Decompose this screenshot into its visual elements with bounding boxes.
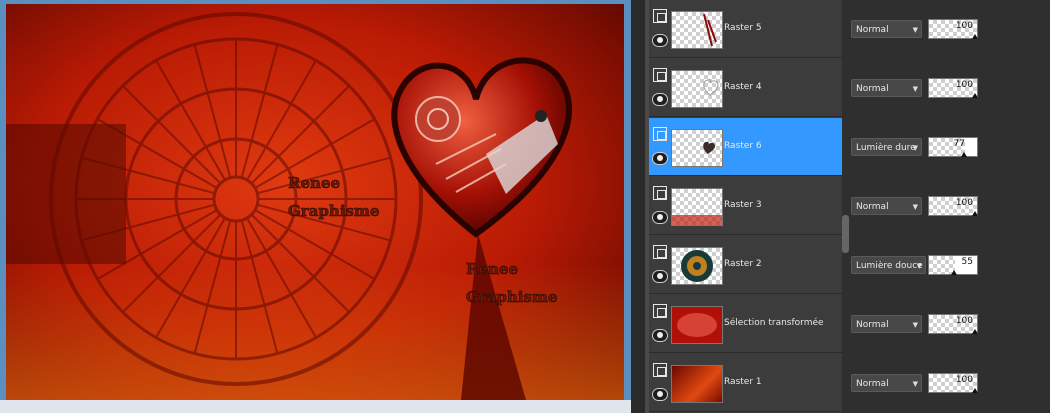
layer-thumbnail	[671, 365, 723, 403]
opacity-handle-icon[interactable]	[972, 93, 978, 98]
blend-mode-value: Lumière dure	[856, 143, 916, 153]
opacity-slider[interactable]: 55	[928, 255, 978, 275]
opacity-handle-icon[interactable]	[961, 152, 967, 157]
opacity-slider[interactable]: 77	[928, 137, 978, 157]
opacity-slider[interactable]: 100	[928, 19, 978, 39]
dropdown-arrow-icon: ▼	[916, 262, 922, 270]
layer-properties-row: Normal ▼ 100	[842, 59, 1050, 117]
blend-mode-dropdown[interactable]: Normal ▼	[851, 79, 922, 97]
layer-group-icon[interactable]	[653, 363, 667, 377]
visibility-eye-icon[interactable]	[652, 388, 668, 401]
panel-collapse-handle[interactable]	[842, 215, 849, 253]
opacity-value: 100	[955, 375, 973, 385]
opacity-value: 100	[955, 21, 973, 31]
layer-properties-panel: Normal ▼ 100 Normal ▼ 100 Lumière dure ▼ 77…	[842, 0, 1050, 413]
watermark-line-4: Graphisme	[466, 288, 557, 306]
visibility-eye-icon[interactable]	[652, 270, 668, 283]
blend-mode-value: Normal	[856, 84, 889, 94]
opacity-slider[interactable]: 100	[928, 196, 978, 216]
blend-mode-dropdown[interactable]: Lumière dure ▼	[851, 138, 922, 156]
layer-thumbnail	[671, 306, 723, 344]
dropdown-arrow-icon: ▼	[912, 321, 918, 329]
opacity-slider[interactable]: 100	[928, 373, 978, 393]
layer-thumbnail	[671, 188, 723, 226]
opacity-value: 100	[955, 316, 973, 326]
layer-group-icon[interactable]	[653, 68, 667, 82]
opacity-handle-icon[interactable]	[972, 211, 978, 216]
blend-mode-value: Normal	[856, 202, 889, 212]
visibility-eye-icon[interactable]	[652, 211, 668, 224]
layer-name[interactable]: Raster 3	[724, 200, 762, 210]
watermark-line-2: Graphisme	[288, 202, 379, 220]
opacity-value: 55	[961, 257, 973, 267]
layer-properties-row: Lumière dure ▼ 77	[842, 118, 1050, 176]
opacity-slider[interactable]: 100	[928, 314, 978, 334]
visibility-eye-icon[interactable]	[652, 329, 668, 342]
opacity-handle-icon[interactable]	[972, 34, 978, 39]
layer-name[interactable]: Raster 2	[724, 259, 762, 269]
blend-mode-value: Lumière douce	[856, 261, 923, 271]
layer-group-icon[interactable]	[653, 186, 667, 200]
visibility-eye-icon[interactable]	[652, 152, 668, 165]
layer-name[interactable]: Raster 1	[724, 377, 762, 387]
layer-row[interactable]: Raster 1	[649, 354, 842, 412]
dropdown-arrow-icon: ▼	[912, 85, 918, 93]
blend-mode-dropdown[interactable]: Normal ▼	[851, 20, 922, 38]
blend-mode-value: Normal	[856, 320, 889, 330]
watermark-line-1: Renee	[288, 174, 340, 192]
dropdown-arrow-icon: ▼	[912, 144, 918, 152]
layer-name[interactable]: Raster 6	[724, 141, 762, 151]
dropdown-arrow-icon: ▼	[912, 203, 918, 211]
layer-row-selected[interactable]: Raster 6	[649, 118, 842, 176]
blend-mode-value: Normal	[856, 25, 889, 35]
dropdown-arrow-icon: ▼	[912, 26, 918, 34]
layer-row[interactable]: Sélection transformée	[649, 295, 842, 353]
layer-group-icon[interactable]	[653, 127, 667, 141]
layer-group-icon[interactable]	[653, 245, 667, 259]
layer-name[interactable]: Sélection transformée	[724, 318, 824, 328]
layer-group-icon[interactable]	[653, 9, 667, 23]
layers-panel: Raster 5 Raster 4 Raster 6 Raster 3 Rast…	[649, 0, 842, 413]
watermark-line-3: Renee	[466, 260, 518, 278]
layer-properties-row: Normal ▼ 100	[842, 354, 1050, 412]
visibility-eye-icon[interactable]	[652, 34, 668, 47]
layer-thumbnail	[671, 70, 723, 108]
layer-row[interactable]: Raster 3	[649, 177, 842, 235]
opacity-handle-icon[interactable]	[972, 329, 978, 334]
blend-mode-dropdown[interactable]: Lumière douce ▼	[851, 256, 926, 274]
layer-name[interactable]: Raster 5	[724, 23, 762, 33]
layer-row[interactable]: Raster 5	[649, 0, 842, 58]
canvas-status-strip	[0, 400, 631, 413]
dropdown-arrow-icon: ▼	[912, 380, 918, 388]
layer-properties-row: Lumière douce ▼ 55	[842, 236, 1050, 294]
image-canvas[interactable]: Renee Graphisme Renee Graphisme	[6, 4, 624, 400]
blend-mode-dropdown[interactable]: Normal ▼	[851, 197, 922, 215]
visibility-eye-icon[interactable]	[652, 93, 668, 106]
opacity-value: 100	[955, 198, 973, 208]
blend-mode-dropdown[interactable]: Normal ▼	[851, 315, 922, 333]
layer-properties-row: Normal ▼ 100	[842, 295, 1050, 353]
opacity-value: 77	[953, 139, 965, 149]
layer-thumbnail	[671, 11, 723, 49]
layer-thumbnail	[671, 247, 723, 285]
blend-mode-dropdown[interactable]: Normal ▼	[851, 374, 922, 392]
layer-thumbnail	[671, 129, 723, 167]
layer-name[interactable]: Raster 4	[724, 82, 762, 92]
blend-mode-value: Normal	[856, 379, 889, 389]
layer-row[interactable]: Raster 4	[649, 59, 842, 117]
layer-properties-row: Normal ▼ 100	[842, 177, 1050, 235]
opacity-slider[interactable]: 100	[928, 78, 978, 98]
artwork: Renee Graphisme Renee Graphisme	[6, 4, 624, 400]
layer-row[interactable]: Raster 2	[649, 236, 842, 294]
layer-properties-row: Normal ▼ 100	[842, 0, 1050, 58]
opacity-value: 100	[955, 80, 973, 90]
opacity-handle-icon[interactable]	[951, 270, 957, 275]
opacity-handle-icon[interactable]	[972, 388, 978, 393]
layer-group-icon[interactable]	[653, 304, 667, 318]
